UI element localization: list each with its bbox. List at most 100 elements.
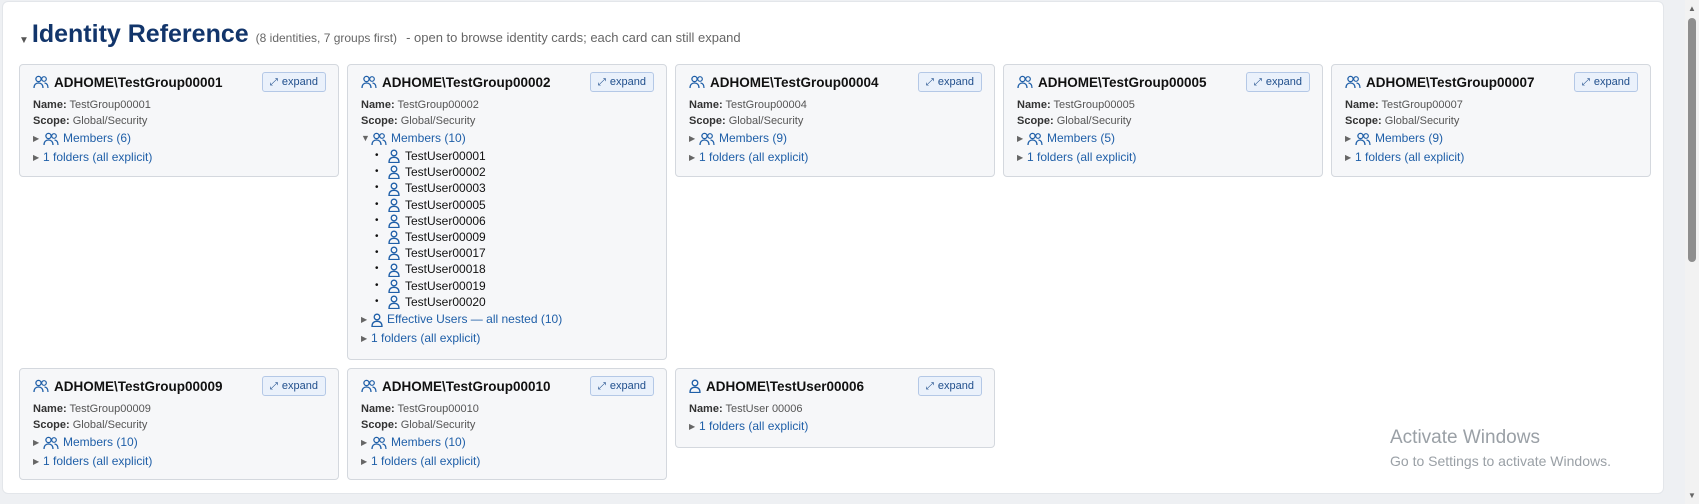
section-header[interactable]: ▼ Identity Reference (8 identities, 7 gr… <box>19 20 741 49</box>
group-icon <box>371 436 387 450</box>
members-toggle[interactable]: ▶ Members (6) <box>33 129 325 148</box>
card-title: ADHOME\TestGroup00010 <box>382 378 551 394</box>
disclosure-triangle-icon: ▶ <box>1017 134 1024 143</box>
user-icon <box>388 279 400 293</box>
group-icon <box>689 75 705 89</box>
list-item: • TestUser00005 <box>375 197 486 212</box>
folders-toggle[interactable]: ▶ 1 folders (all explicit) <box>689 148 981 167</box>
expand-button[interactable]: ⤢ expand <box>917 376 982 396</box>
expand-button[interactable]: ⤢ expand <box>589 376 654 396</box>
expand-arrows-icon: ⤢ <box>1253 76 1262 88</box>
list-item: • TestUser00006 <box>375 213 486 228</box>
list-item: • TestUser00002 <box>375 165 486 180</box>
user-icon <box>388 230 400 245</box>
user-icon <box>388 295 400 309</box>
list-item: • TestUser00003 <box>375 181 486 196</box>
identity-scope: Global/Security <box>72 419 148 431</box>
identity-scope: Global/Security <box>1056 115 1132 127</box>
list-item: • TestUser00018 <box>375 262 486 277</box>
page-title: Identity Reference <box>31 20 249 48</box>
identity-name: TestGroup00001 <box>69 99 151 111</box>
disclosure-triangle-icon: ▶ <box>361 438 368 447</box>
disclosure-triangle-icon: ▶ <box>361 315 368 325</box>
expand-arrows-icon: ⤢ <box>269 76 278 88</box>
disclosure-triangle-icon: ▶ <box>1345 134 1352 143</box>
members-toggle[interactable]: ▶ Members (10) <box>361 433 653 452</box>
folders-toggle[interactable]: ▶ 1 folders (all explicit) <box>361 329 653 348</box>
expand-arrows-icon: ⤢ <box>1581 76 1590 88</box>
identity-reference-panel: ▼ Identity Reference (8 identities, 7 gr… <box>2 1 1664 494</box>
user-icon <box>388 263 400 277</box>
expand-button[interactable]: ⤢ expand <box>261 376 326 396</box>
members-list: • TestUser00001 • TestUser00002 • TestUser0… <box>361 148 653 310</box>
scroll-up-icon[interactable]: ▲ <box>1688 4 1696 13</box>
group-icon <box>1345 75 1361 89</box>
disclosure-triangle-icon: ▶ <box>361 334 368 344</box>
group-icon <box>43 132 59 146</box>
identity-card: ADHOME\TestGroup00005 ⤢ expand Name: Test… <box>1003 64 1323 177</box>
disclosure-triangle-icon: ▶ <box>33 438 40 447</box>
card-title: ADHOME\TestGroup00005 <box>1038 74 1207 90</box>
identity-name: TestGroup00010 <box>397 403 479 415</box>
folders-toggle[interactable]: ▶ 1 folders (all explicit) <box>33 148 325 167</box>
disclosure-triangle-icon: ▶ <box>33 153 40 162</box>
scroll-down-icon[interactable]: ▼ <box>1688 491 1696 500</box>
expand-button[interactable]: ⤢ expand <box>1245 72 1310 92</box>
identity-name: TestGroup00002 <box>397 99 479 111</box>
identity-card: ADHOME\TestUser00006 ⤢ expand Name: TestU… <box>675 368 995 448</box>
disclosure-triangle-icon: ▶ <box>689 134 696 143</box>
folders-toggle[interactable]: ▶ 1 folders (all explicit) <box>33 452 325 471</box>
identity-name: TestGroup00009 <box>69 403 151 415</box>
section-hint: - open to browse identity cards; each ca… <box>406 30 741 45</box>
scrollbar-thumb[interactable] <box>1688 18 1696 262</box>
disclosure-triangle-icon: ▶ <box>1017 153 1024 162</box>
members-toggle[interactable]: ▶ Members (9) <box>689 129 981 148</box>
expand-button[interactable]: ⤢ expand <box>917 72 982 92</box>
identity-scope: Global/Security <box>400 115 476 127</box>
group-icon <box>1355 132 1371 146</box>
expand-arrows-icon: ⤢ <box>925 380 934 392</box>
card-title: ADHOME\TestGroup00009 <box>54 378 223 394</box>
activate-windows-watermark: Activate Windows Go to Settings to activ… <box>1390 427 1611 469</box>
folders-toggle[interactable]: ▶ 1 folders (all explicit) <box>1017 148 1309 167</box>
group-icon <box>43 436 59 450</box>
identity-name: TestGroup00007 <box>1381 99 1463 111</box>
expand-button[interactable]: ⤢ expand <box>261 72 326 92</box>
list-item: • TestUser00017 <box>375 246 486 261</box>
list-item: • TestUser00020 <box>375 294 486 309</box>
expand-arrows-icon: ⤢ <box>597 76 606 88</box>
group-icon <box>371 132 387 146</box>
group-icon <box>699 132 715 146</box>
disclosure-triangle-open-icon: ▼ <box>361 133 370 143</box>
members-toggle[interactable]: ▶ Members (9) <box>1345 129 1637 148</box>
group-icon <box>33 379 49 393</box>
folders-toggle[interactable]: ▶ 1 folders (all explicit) <box>689 417 981 436</box>
folders-toggle[interactable]: ▶ 1 folders (all explicit) <box>361 452 653 471</box>
group-icon <box>33 75 49 89</box>
vertical-scrollbar[interactable]: ▲ ▼ <box>1685 0 1699 504</box>
effective-users-toggle[interactable]: ▶ Effective Users — all nested (10) <box>361 310 653 329</box>
identity-name: TestGroup00005 <box>1053 99 1135 111</box>
expand-button[interactable]: ⤢ expand <box>1573 72 1638 92</box>
expand-button[interactable]: ⤢ expand <box>589 72 654 92</box>
identity-name: TestGroup00004 <box>725 99 807 111</box>
disclosure-triangle-icon: ▶ <box>33 457 40 466</box>
members-toggle[interactable]: ▼ Members (10) <box>361 129 653 148</box>
members-toggle[interactable]: ▶ Members (5) <box>1017 129 1309 148</box>
identity-card: ADHOME\TestGroup00009 ⤢ expand Name: Test… <box>19 368 339 480</box>
user-icon <box>388 214 400 228</box>
identity-scope: Global/Security <box>728 115 804 127</box>
identity-card: ADHOME\TestGroup00010 ⤢ expand Name: Test… <box>347 368 667 480</box>
collapse-caret-icon[interactable]: ▼ <box>19 35 29 46</box>
identity-count: (8 identities, 7 groups first) <box>255 31 398 45</box>
group-icon <box>361 379 377 393</box>
user-icon <box>371 313 383 327</box>
user-icon <box>689 379 701 393</box>
card-title: ADHOME\TestGroup00002 <box>382 74 551 90</box>
group-icon <box>1027 132 1043 146</box>
identity-card: ADHOME\TestGroup00001 ⤢ expand Name: Test… <box>19 64 339 177</box>
folders-toggle[interactable]: ▶ 1 folders (all explicit) <box>1345 148 1637 167</box>
disclosure-triangle-icon: ▶ <box>689 153 696 162</box>
members-toggle[interactable]: ▶ Members (10) <box>33 433 325 452</box>
disclosure-triangle-icon: ▶ <box>361 457 368 466</box>
